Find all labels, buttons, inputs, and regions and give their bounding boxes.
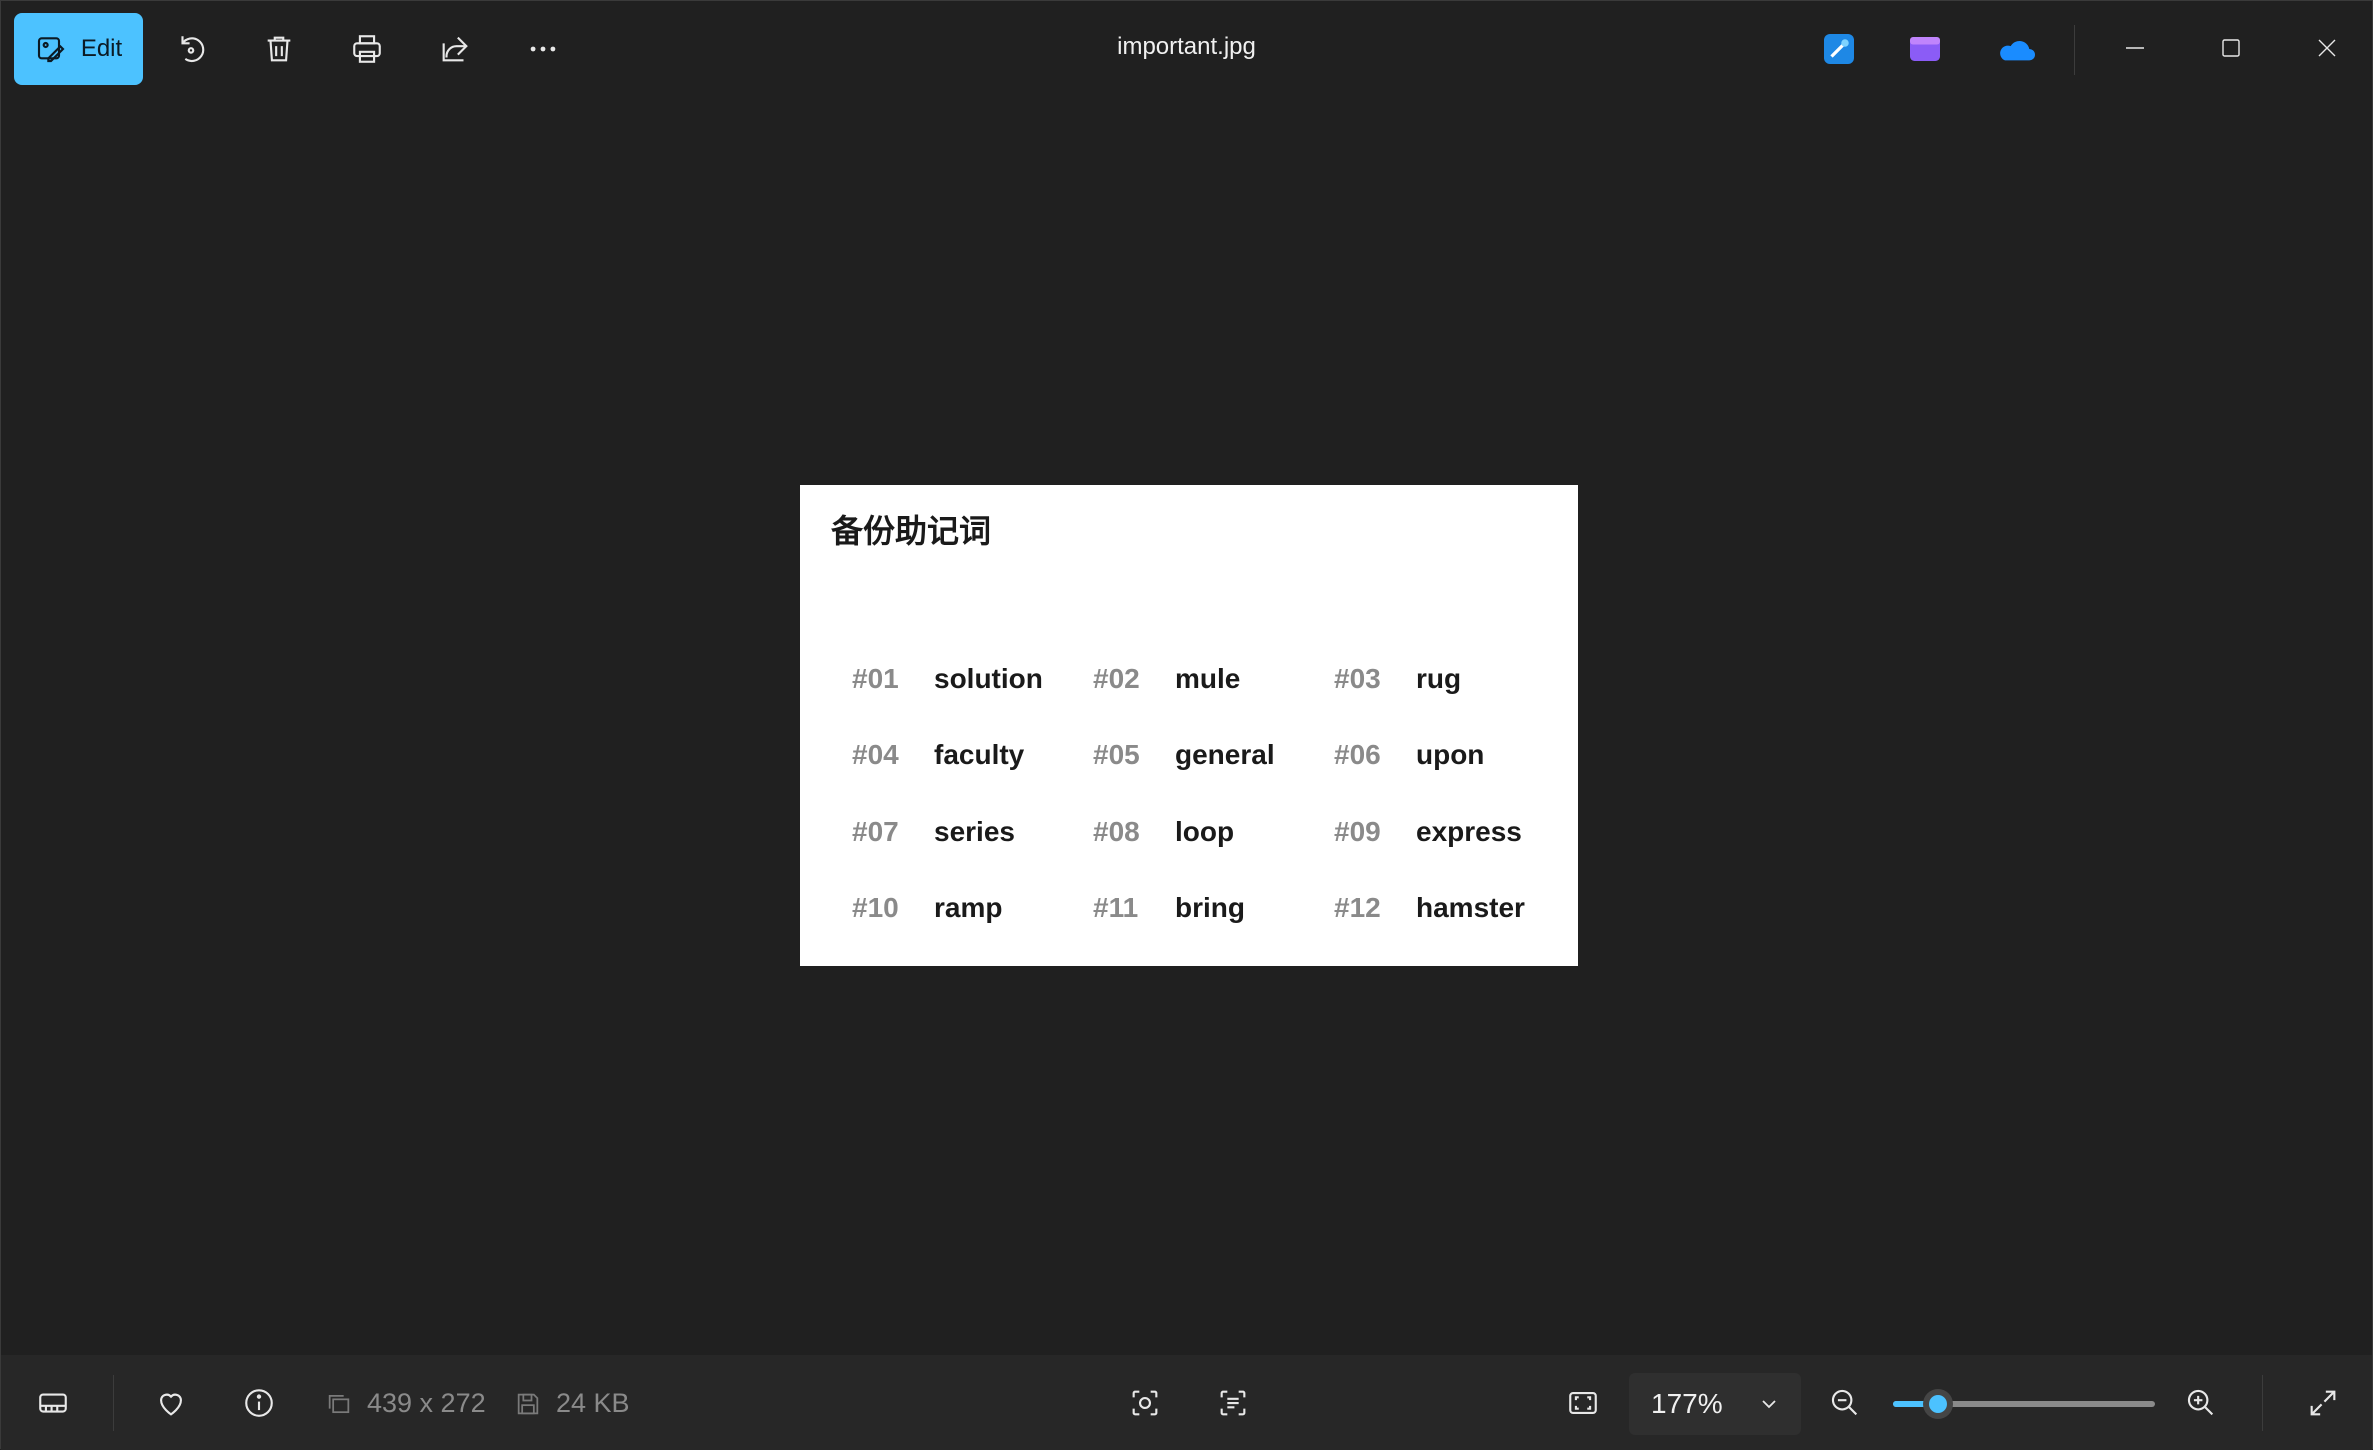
edit-label: Edit xyxy=(80,35,123,62)
dimensions-icon xyxy=(328,1394,350,1413)
word-number: #02 xyxy=(1093,663,1140,694)
word-text: bring xyxy=(1175,892,1245,923)
onedrive-icon[interactable] xyxy=(1995,31,2035,67)
clipchamp-app-icon[interactable] xyxy=(1907,31,1943,67)
word-text: hamster xyxy=(1416,892,1525,923)
image-dimensions: 439 x 272 xyxy=(325,1388,486,1419)
zoom-in-button[interactable] xyxy=(2177,1379,2225,1427)
favorite-button[interactable] xyxy=(147,1379,195,1427)
rotate-icon xyxy=(181,36,205,63)
fit-window-icon xyxy=(1569,1392,1597,1414)
word-text: rug xyxy=(1416,663,1462,694)
mnemonic-word-entry: #12 hamster xyxy=(1334,888,1525,928)
word-number: #03 xyxy=(1334,663,1381,694)
bottom-divider-right xyxy=(2262,1375,2263,1431)
minimize-icon xyxy=(2126,47,2144,49)
displayed-image: 备份助记词 #01 solution #02 mule #03 rug #04 faculty… xyxy=(800,485,1578,966)
close-button[interactable] xyxy=(2282,15,2372,81)
chevron-down-icon xyxy=(1762,1400,1776,1409)
print-icon xyxy=(353,35,381,63)
word-number: #07 xyxy=(852,816,899,847)
more-icon xyxy=(530,46,556,52)
word-text: general xyxy=(1175,739,1275,770)
mnemonic-word-entry: #04 faculty xyxy=(852,735,1024,775)
word-number: #09 xyxy=(1334,816,1381,847)
mnemonic-word-entry: #07 series xyxy=(852,812,1015,852)
file-info-button[interactable] xyxy=(235,1379,283,1427)
mnemonic-word-entry: #05 general xyxy=(1093,735,1275,775)
file-size: 24 KB xyxy=(514,1388,630,1419)
filmstrip-button[interactable] xyxy=(29,1379,77,1427)
photos-window: Edit important.jpg 备份助记词 #01 solution #0… xyxy=(0,0,2373,1450)
scan-text-button[interactable] xyxy=(1209,1379,1257,1427)
rotate-button[interactable] xyxy=(167,25,215,73)
save-disk-icon xyxy=(517,1393,539,1414)
word-number: #04 xyxy=(852,739,899,770)
word-number: #05 xyxy=(1093,739,1140,770)
word-number: #01 xyxy=(852,663,899,694)
full-screen-icon xyxy=(2310,1390,2336,1416)
word-text: solution xyxy=(934,663,1043,694)
designer-app-icon[interactable] xyxy=(1821,31,1857,67)
minimize-button[interactable] xyxy=(2090,15,2180,81)
maximize-button[interactable] xyxy=(2186,15,2276,81)
mnemonic-word-grid: #01 solution #02 mule #03 rug #04 faculty #05 gen… xyxy=(800,485,1578,966)
mnemonic-word-entry: #03 rug xyxy=(1334,659,1461,699)
heart-icon xyxy=(160,1393,182,1416)
word-number: #08 xyxy=(1093,816,1140,847)
file-size-text: 24 KB xyxy=(556,1388,630,1418)
zoom-in-icon xyxy=(2187,1389,2214,1416)
word-text: faculty xyxy=(934,739,1025,770)
word-number: #10 xyxy=(852,892,899,923)
mnemonic-word-entry: #01 solution xyxy=(852,659,1043,699)
zoom-out-button[interactable] xyxy=(1821,1379,1869,1427)
mnemonic-word-entry: #09 express xyxy=(1334,812,1522,852)
delete-button[interactable] xyxy=(255,25,303,73)
word-text: upon xyxy=(1416,739,1485,770)
zoom-slider[interactable] xyxy=(1893,1389,2155,1419)
close-icon xyxy=(2318,39,2336,57)
edit-button[interactable]: Edit xyxy=(14,13,143,85)
mnemonic-word-entry: #02 mule xyxy=(1093,659,1240,699)
print-button[interactable] xyxy=(343,25,391,73)
delete-icon xyxy=(267,36,291,62)
word-number: #06 xyxy=(1334,739,1381,770)
edit-image-icon xyxy=(37,37,65,63)
filmstrip-icon xyxy=(39,1393,67,1413)
word-text: express xyxy=(1416,816,1522,847)
word-number: #12 xyxy=(1334,892,1381,923)
word-text: ramp xyxy=(934,892,1003,923)
bottom-divider-left xyxy=(113,1375,114,1431)
share-icon xyxy=(442,36,468,62)
dimensions-text: 439 x 272 xyxy=(367,1388,486,1418)
bottom-toolbar: 439 x 272 24 KB 177% xyxy=(1,1355,2372,1450)
word-text: mule xyxy=(1175,663,1241,694)
maximize-icon xyxy=(2222,39,2240,57)
zoom-level-text: 177% xyxy=(1651,1388,1723,1419)
top-toolbar: Edit important.jpg xyxy=(1,1,2372,95)
mnemonic-word-entry: #08 loop xyxy=(1093,812,1234,852)
toolbar-divider xyxy=(2074,25,2075,75)
full-screen-button[interactable] xyxy=(2299,1379,2347,1427)
scan-text-icon xyxy=(1220,1390,1246,1416)
share-button[interactable] xyxy=(431,25,479,73)
zoom-slider-thumb[interactable] xyxy=(1923,1389,1953,1419)
fit-to-window-button[interactable] xyxy=(1559,1379,1607,1427)
more-button[interactable] xyxy=(519,25,567,73)
visual-search-button[interactable] xyxy=(1121,1379,1169,1427)
visual-search-icon xyxy=(1132,1390,1158,1416)
zoom-level-dropdown[interactable]: 177% xyxy=(1629,1373,1801,1435)
mnemonic-word-entry: #11 bring xyxy=(1093,888,1245,928)
word-text: loop xyxy=(1175,816,1235,847)
mnemonic-word-entry: #06 upon xyxy=(1334,735,1484,775)
mnemonic-word-entry: #10 ramp xyxy=(852,888,1002,928)
word-text: series xyxy=(934,816,1015,847)
word-number: #11 xyxy=(1093,892,1139,923)
zoom-out-icon xyxy=(1831,1389,1858,1416)
info-icon xyxy=(245,1389,273,1417)
